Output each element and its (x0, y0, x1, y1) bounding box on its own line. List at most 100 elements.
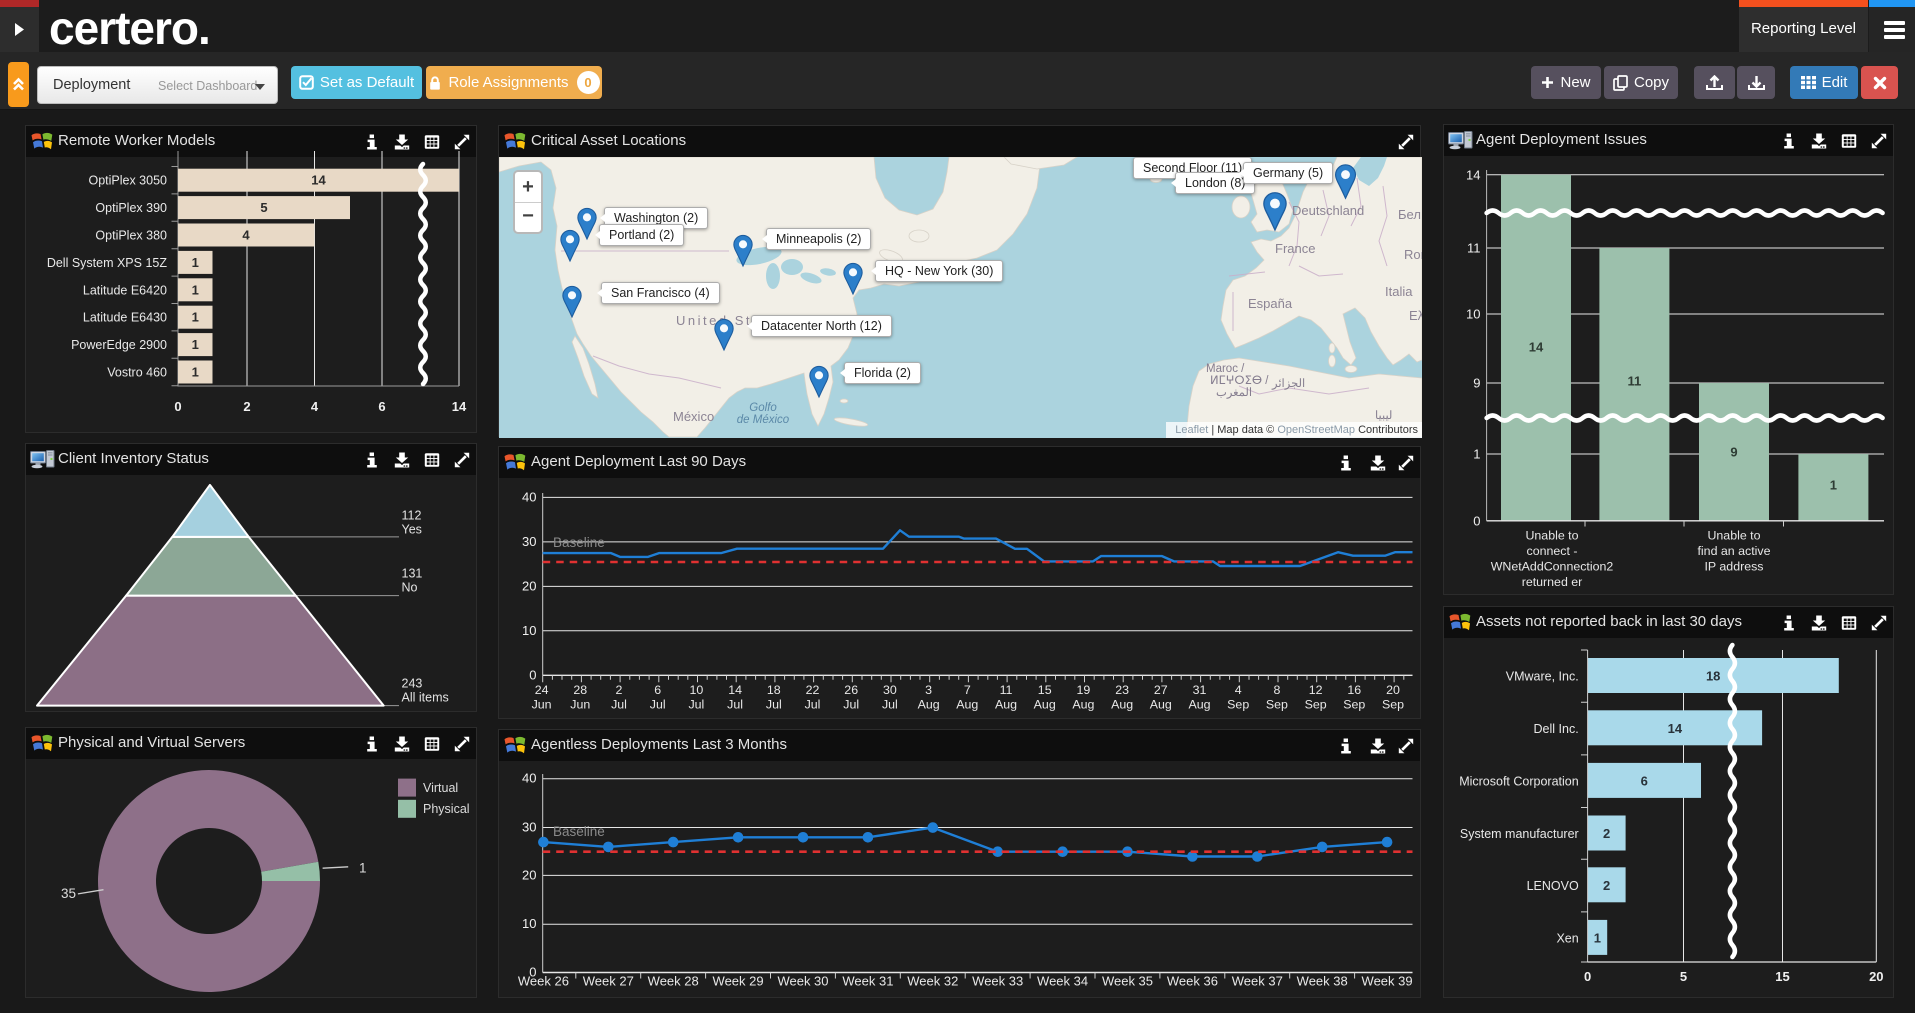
svg-text:Aug: Aug (1150, 698, 1172, 712)
svg-text:7: 7 (964, 683, 971, 697)
svg-text:0: 0 (1473, 513, 1480, 528)
svg-text:Latitude E6420: Latitude E6420 (83, 283, 167, 297)
svg-text:Baseline: Baseline (553, 824, 605, 839)
svg-text:0: 0 (1584, 969, 1591, 984)
svg-text:OptiPlex 380: OptiPlex 380 (95, 229, 167, 243)
svg-text:10: 10 (522, 623, 536, 638)
svg-text:30: 30 (883, 683, 897, 697)
svg-text:1: 1 (192, 337, 199, 352)
svg-text:Week 36: Week 36 (1167, 974, 1218, 989)
svg-text:Dell Inc.: Dell Inc. (1534, 722, 1579, 736)
svg-text:Week 39: Week 39 (1362, 974, 1413, 989)
svg-text:14: 14 (1466, 167, 1480, 182)
svg-text:Aug: Aug (918, 698, 940, 712)
svg-text:returned er: returned er (1522, 575, 1583, 589)
svg-text:20: 20 (1869, 969, 1883, 984)
svg-text:40: 40 (522, 771, 536, 786)
svg-text:4: 4 (311, 399, 319, 414)
svg-text:Unable to: Unable to (1525, 529, 1578, 543)
svg-text:Sep: Sep (1343, 698, 1365, 712)
svg-text:OptiPlex 390: OptiPlex 390 (95, 201, 167, 215)
svg-text:Jul: Jul (727, 698, 743, 712)
svg-text:14: 14 (728, 683, 742, 697)
svg-text:Week 31: Week 31 (842, 974, 893, 989)
svg-text:40: 40 (522, 489, 536, 504)
svg-text:Week 38: Week 38 (1297, 974, 1348, 989)
svg-text:30: 30 (522, 534, 536, 549)
svg-text:Week 32: Week 32 (907, 974, 958, 989)
svg-text:Xen: Xen (1556, 931, 1578, 945)
svg-text:WNetAddConnection2: WNetAddConnection2 (1491, 560, 1614, 574)
svg-text:19: 19 (1077, 683, 1091, 697)
svg-text:Sep: Sep (1382, 698, 1404, 712)
svg-text:6: 6 (378, 399, 385, 414)
svg-text:22: 22 (806, 683, 820, 697)
svg-text:Week 35: Week 35 (1102, 974, 1153, 989)
svg-text:4: 4 (1235, 683, 1242, 697)
svg-text:1: 1 (192, 282, 199, 297)
svg-text:11: 11 (1628, 374, 1642, 389)
svg-text:9: 9 (1730, 445, 1737, 460)
svg-text:VMware, Inc.: VMware, Inc. (1506, 670, 1579, 684)
svg-text:2: 2 (1603, 878, 1610, 893)
svg-text:Jul: Jul (843, 698, 859, 712)
svg-text:15: 15 (1775, 969, 1789, 984)
svg-text:5: 5 (260, 200, 267, 215)
svg-text:1: 1 (192, 310, 199, 325)
svg-text:28: 28 (573, 683, 587, 697)
svg-text:9: 9 (1473, 376, 1480, 391)
svg-text:2: 2 (1603, 826, 1610, 841)
svg-text:20: 20 (522, 867, 536, 882)
svg-text:4: 4 (242, 228, 250, 243)
svg-text:1: 1 (359, 861, 367, 876)
svg-text:10: 10 (1466, 307, 1480, 322)
svg-text:IP address: IP address (1704, 560, 1763, 574)
svg-text:14: 14 (452, 399, 467, 414)
svg-text:10: 10 (690, 683, 704, 697)
svg-text:Sep: Sep (1227, 698, 1249, 712)
svg-text:14: 14 (1529, 340, 1544, 355)
svg-text:Microsoft Corporation: Microsoft Corporation (1459, 774, 1579, 788)
svg-text:Week 29: Week 29 (713, 974, 764, 989)
svg-text:Jul: Jul (611, 698, 627, 712)
svg-text:30: 30 (522, 820, 536, 835)
svg-text:Aug: Aug (1072, 698, 1094, 712)
svg-text:6: 6 (654, 683, 661, 697)
svg-text:14: 14 (1668, 721, 1683, 736)
svg-text:Aug: Aug (1111, 698, 1133, 712)
svg-text:Jul: Jul (766, 698, 782, 712)
svg-text:Physical: Physical (423, 802, 470, 816)
svg-text:Jun: Jun (532, 698, 552, 712)
svg-text:Week 33: Week 33 (972, 974, 1023, 989)
svg-text:16: 16 (1347, 683, 1361, 697)
svg-text:18: 18 (1706, 669, 1720, 684)
svg-text:24: 24 (535, 683, 549, 697)
svg-text:Baseline: Baseline (553, 535, 605, 550)
svg-text:connect -: connect - (1527, 544, 1578, 558)
svg-text:1: 1 (1594, 930, 1601, 945)
svg-text:5: 5 (1680, 969, 1687, 984)
svg-text:Jul: Jul (688, 698, 704, 712)
svg-text:LENOVO: LENOVO (1527, 879, 1579, 893)
svg-text:11: 11 (1467, 241, 1481, 256)
svg-text:Jun: Jun (570, 698, 590, 712)
svg-text:12: 12 (1309, 683, 1323, 697)
svg-text:1: 1 (1473, 447, 1480, 462)
svg-text:23: 23 (1115, 683, 1129, 697)
svg-text:Week 27: Week 27 (583, 974, 634, 989)
svg-text:Unable to: Unable to (1707, 529, 1760, 543)
svg-text:20: 20 (1386, 683, 1400, 697)
svg-text:6: 6 (1641, 773, 1648, 788)
svg-text:OptiPlex 3050: OptiPlex 3050 (88, 174, 167, 188)
svg-text:Aug: Aug (1034, 698, 1056, 712)
svg-text:Virtual: Virtual (423, 781, 458, 795)
svg-text:3: 3 (925, 683, 932, 697)
svg-text:Week 28: Week 28 (648, 974, 699, 989)
svg-text:2: 2 (616, 683, 623, 697)
svg-text:1: 1 (192, 255, 199, 270)
svg-text:PowerEdge 2900: PowerEdge 2900 (71, 338, 167, 352)
svg-text:Jul: Jul (650, 698, 666, 712)
svg-text:Jul: Jul (882, 698, 898, 712)
svg-text:35: 35 (61, 886, 76, 901)
svg-text:1: 1 (192, 365, 199, 380)
